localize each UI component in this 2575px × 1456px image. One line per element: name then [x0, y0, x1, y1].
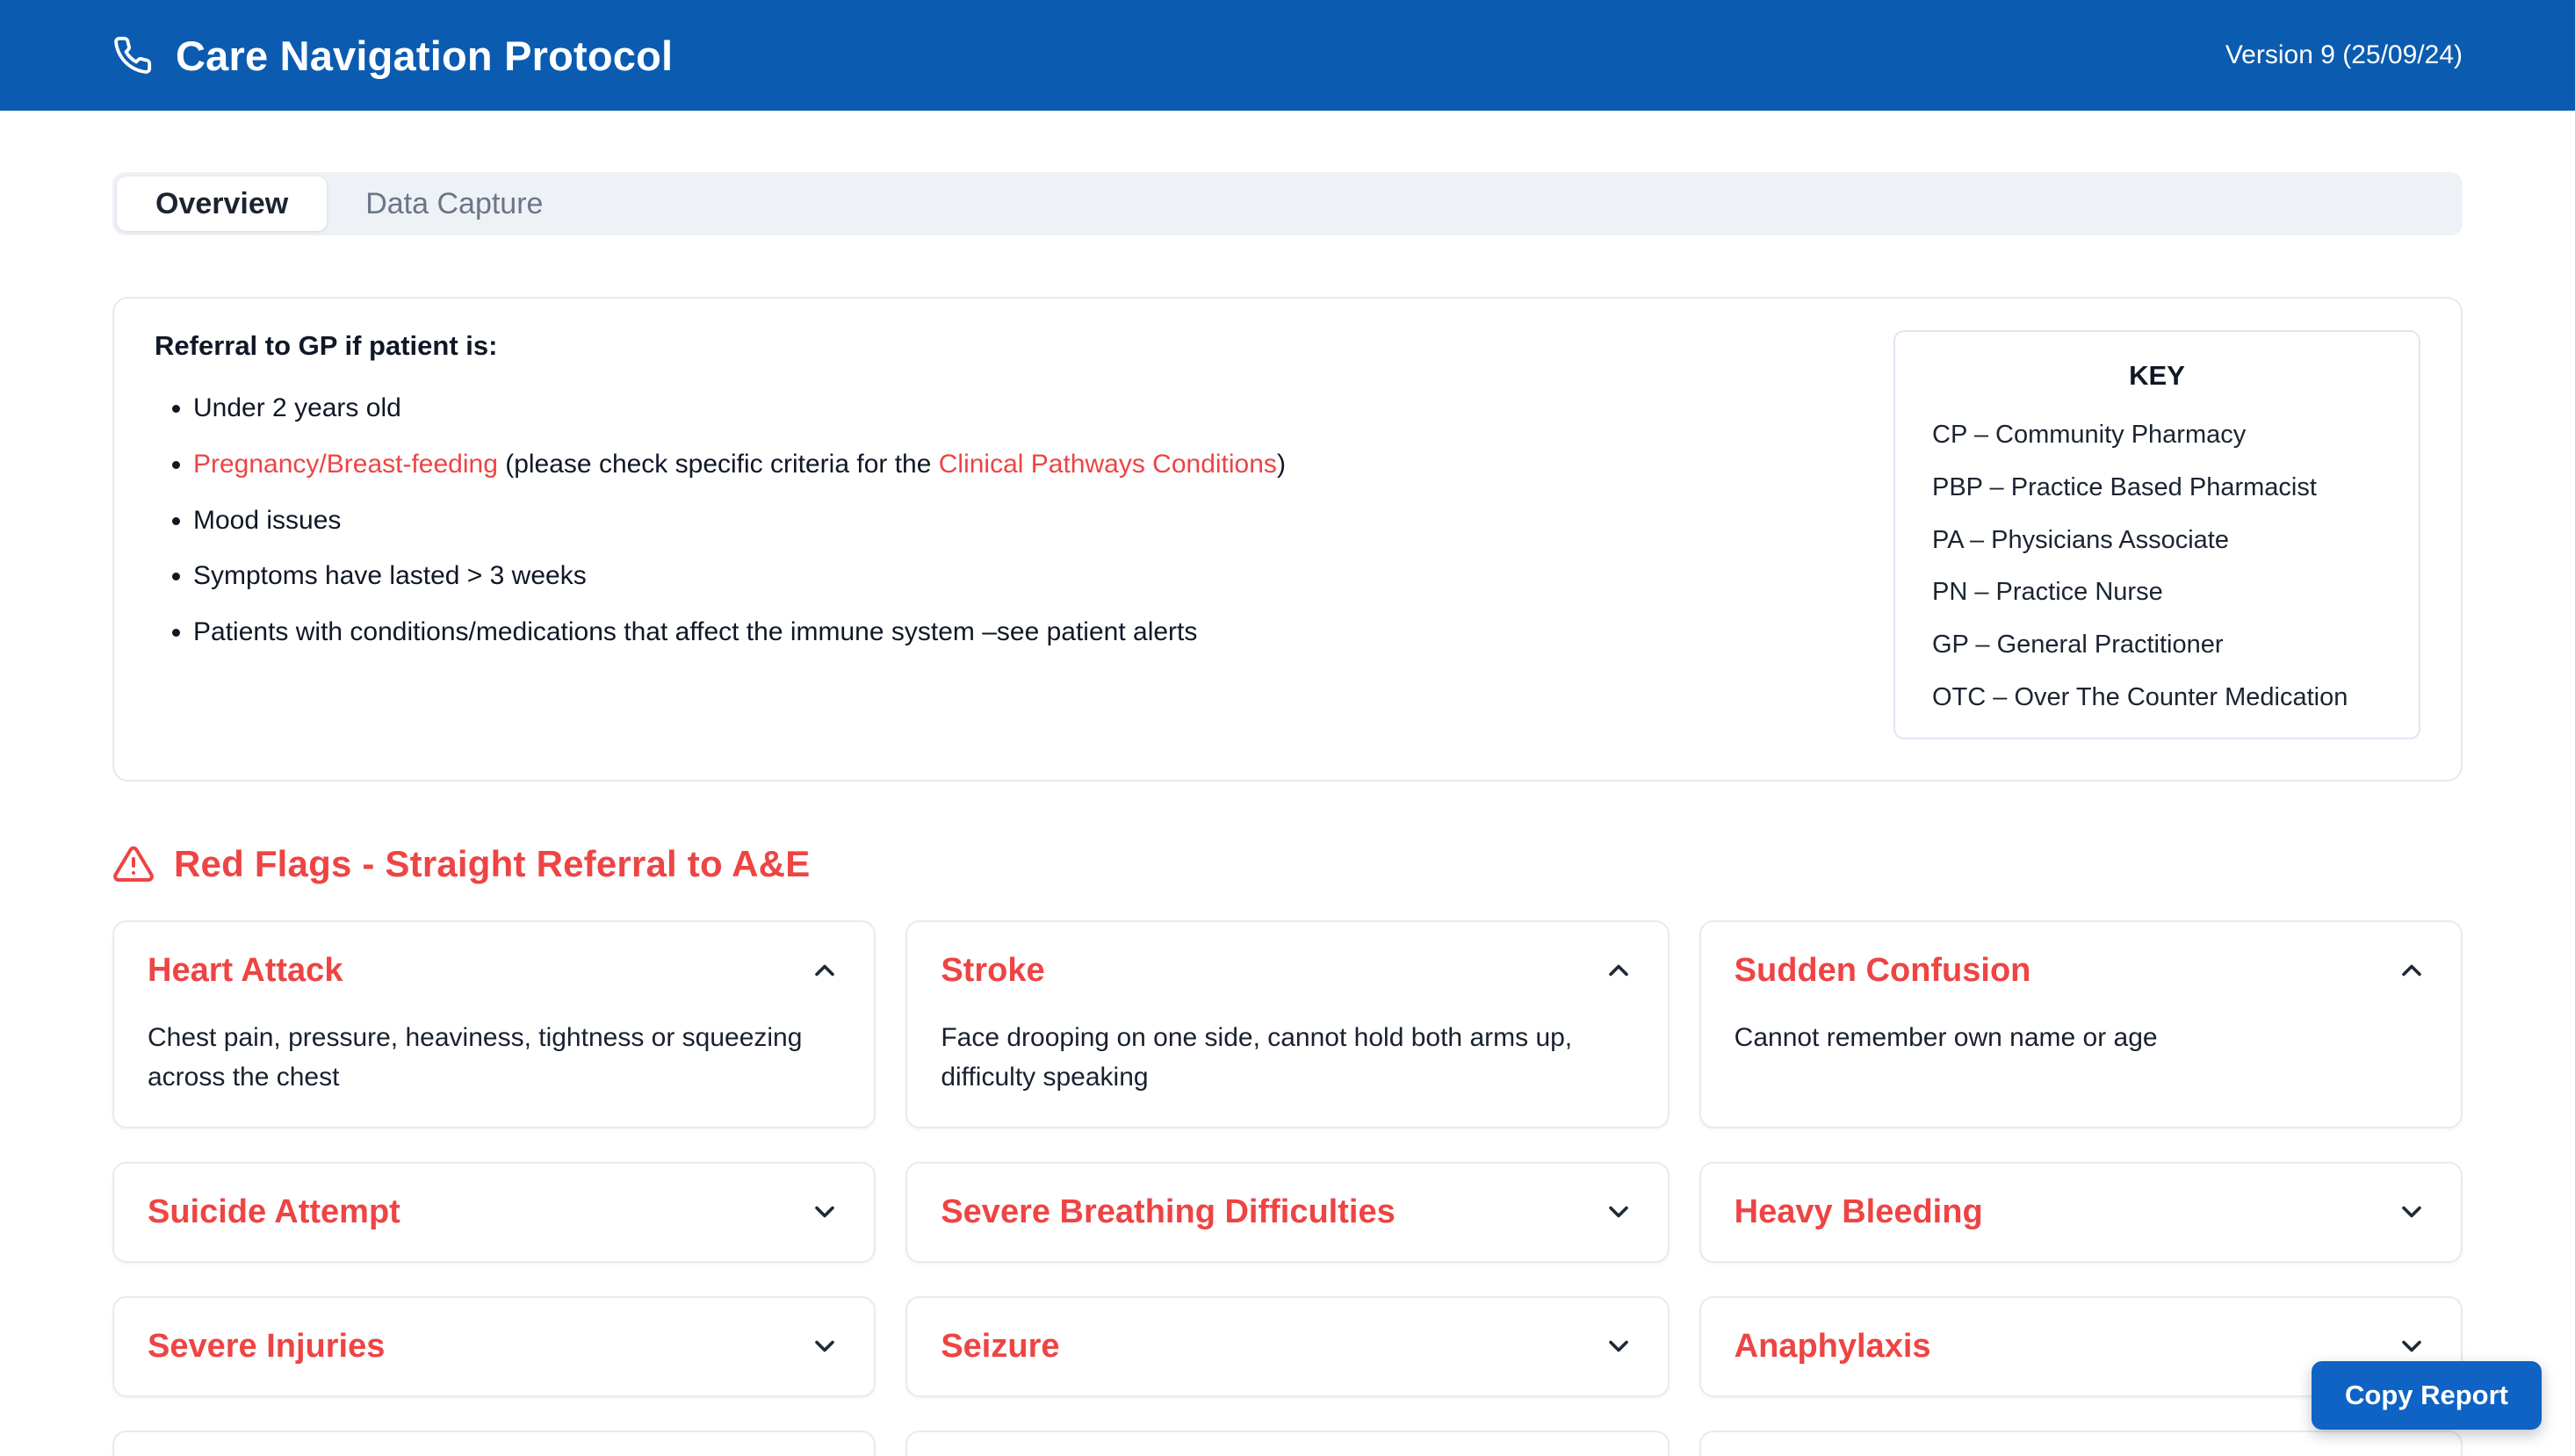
card-title: Anaphylaxis [1735, 1328, 1931, 1366]
card-title: Heavy Bleeding [1735, 1193, 1983, 1231]
card-toggle[interactable]: Heart Attack [148, 952, 840, 990]
red-flags-title: Red Flags - Straight Referral to A&E [174, 843, 810, 885]
phone-icon [112, 35, 153, 76]
redflag-card-severe-injuries: Severe Injuries [112, 1296, 876, 1397]
card-title: Sudden Confusion [1735, 952, 2031, 990]
tab-data-capture[interactable]: Data Capture [327, 177, 581, 231]
page-title: Care Navigation Protocol [176, 32, 673, 80]
referral-item: Pregnancy/Breast-feeding (please check s… [193, 448, 1286, 481]
redflag-card-seizure: Seizure [905, 1296, 1669, 1397]
chevron-down-icon[interactable] [809, 1330, 840, 1362]
chevron-down-icon[interactable] [1603, 1196, 1634, 1228]
red-flags-heading: Red Flags - Straight Referral to A&E [112, 843, 2463, 885]
card-title: Stroke [941, 952, 1044, 990]
card-description: Cannot remember own name or age [1735, 1018, 2427, 1057]
tab-overview[interactable]: Overview [117, 177, 327, 231]
chevron-up-icon[interactable] [809, 955, 840, 986]
key-item-pa: PA – Physicians Associate [1932, 525, 2382, 556]
tab-bar: Overview Data Capture [112, 172, 2463, 235]
card-title: Severe Breathing Difficulties [941, 1193, 1395, 1231]
chevron-down-icon[interactable] [2396, 1196, 2427, 1228]
referral-list: Under 2 years old Pregnancy/Breast-feedi… [155, 392, 1286, 649]
key-item-gp: GP – General Practitioner [1932, 630, 2382, 660]
key-legend: KEY CP – Community Pharmacy PBP – Practi… [1893, 330, 2420, 739]
referral-item: Under 2 years old [193, 392, 1286, 425]
version-label: Version 9 (25/09/24) [2225, 40, 2463, 70]
clinical-pathways-link[interactable]: Clinical Pathways Conditions [939, 450, 1277, 479]
key-item-cp: CP – Community Pharmacy [1932, 420, 2382, 450]
key-item-pn: PN – Practice Nurse [1932, 577, 2382, 608]
referral-item: Mood issues [193, 504, 1286, 537]
chevron-up-icon[interactable] [2396, 955, 2427, 986]
redflag-card-meningitis: Meningitis [112, 1431, 876, 1456]
card-title: Seizure [941, 1328, 1059, 1366]
key-item-otc: OTC – Over The Counter Medication [1932, 682, 2382, 713]
referral-item: Symptoms have lasted > 3 weeks [193, 559, 1286, 593]
warning-triangle-icon [112, 843, 155, 885]
card-description: Face drooping on one side, cannot hold b… [941, 1018, 1634, 1097]
redflag-card-suicide-attempt: Suicide Attempt [112, 1162, 876, 1263]
card-toggle[interactable]: Heavy Bleeding [1735, 1193, 2427, 1231]
card-toggle[interactable]: Severe Injuries [148, 1328, 840, 1366]
redflag-card-sepsis-baby: SEPSIS in Baby or Young Child [905, 1431, 1669, 1456]
key-title: KEY [1932, 360, 2382, 392]
redflag-card-sudden-confusion: Sudden Confusion Cannot remember own nam… [1699, 920, 2463, 1128]
card-title: Suicide Attempt [148, 1193, 400, 1231]
pregnancy-emphasis: Pregnancy/Breast-feeding [193, 450, 498, 479]
card-title: Severe Injuries [148, 1328, 385, 1366]
redflag-card-sepsis-adult: SEPSIS in Adult or Older Child [1699, 1431, 2463, 1456]
card-title: Heart Attack [148, 952, 343, 990]
redflag-card-heavy-bleeding: Heavy Bleeding [1699, 1162, 2463, 1263]
card-toggle[interactable]: Stroke [941, 952, 1634, 990]
chevron-up-icon[interactable] [1603, 955, 1634, 986]
card-toggle[interactable]: Anaphylaxis [1735, 1328, 2427, 1366]
key-item-pbp: PBP – Practice Based Pharmacist [1932, 472, 2382, 503]
copy-report-button[interactable]: Copy Report [2312, 1361, 2542, 1430]
card-toggle[interactable]: Severe Breathing Difficulties [941, 1193, 1634, 1231]
referral-item: Patients with conditions/medications tha… [193, 616, 1286, 649]
app-header: Care Navigation Protocol Version 9 (25/0… [0, 0, 2575, 111]
chevron-down-icon[interactable] [809, 1196, 840, 1228]
card-toggle[interactable]: Suicide Attempt [148, 1193, 840, 1231]
chevron-down-icon[interactable] [1603, 1330, 1634, 1362]
card-toggle[interactable]: Seizure [941, 1328, 1634, 1366]
redflag-card-severe-breathing: Severe Breathing Difficulties [905, 1162, 1669, 1263]
redflag-card-stroke: Stroke Face drooping on one side, cannot… [905, 920, 1669, 1128]
chevron-down-icon[interactable] [2396, 1330, 2427, 1362]
card-description: Chest pain, pressure, heaviness, tightne… [148, 1018, 840, 1097]
referral-panel: Referral to GP if patient is: Under 2 ye… [112, 297, 2463, 782]
red-flags-grid: Heart Attack Chest pain, pressure, heavi… [112, 920, 2463, 1456]
referral-heading: Referral to GP if patient is: [155, 330, 1286, 362]
card-toggle[interactable]: Sudden Confusion [1735, 952, 2427, 990]
redflag-card-heart-attack: Heart Attack Chest pain, pressure, heavi… [112, 920, 876, 1128]
